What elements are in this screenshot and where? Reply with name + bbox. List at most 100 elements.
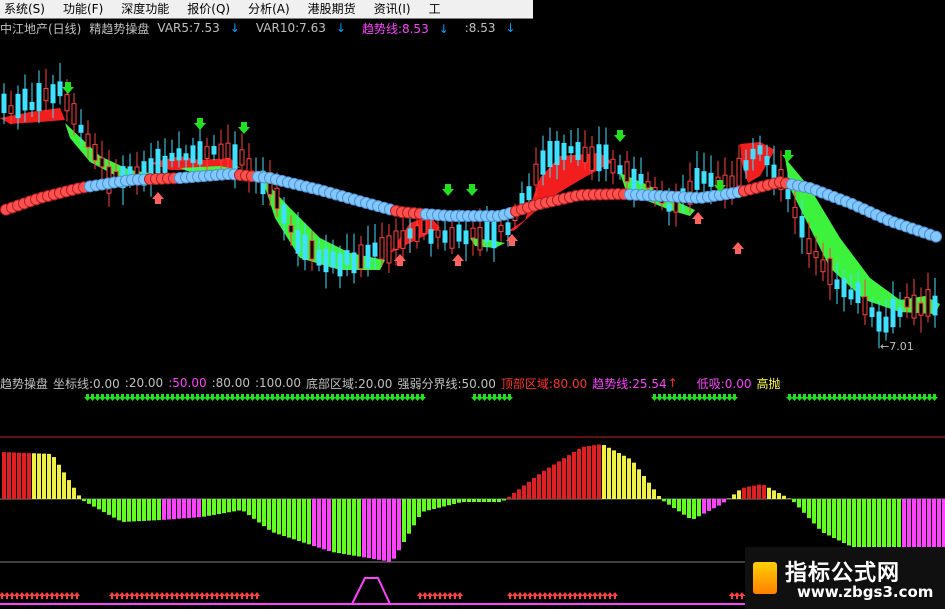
sell-signal-icon bbox=[189, 592, 195, 599]
low-buy-value: 低吸:0.00 bbox=[696, 376, 752, 391]
candle-body bbox=[197, 141, 203, 165]
sell-signal-icon bbox=[552, 592, 558, 599]
histogram-bar bbox=[852, 499, 856, 548]
histogram-bar bbox=[667, 499, 671, 505]
histogram-bar bbox=[737, 490, 741, 499]
candle-body bbox=[470, 227, 476, 239]
histogram-bar bbox=[582, 446, 586, 499]
menu-info[interactable]: 资讯(I) bbox=[365, 0, 420, 18]
menu-hk-futures[interactable]: 港股期货 bbox=[299, 0, 365, 18]
sell-arrow-icon bbox=[452, 254, 464, 266]
histogram-bar bbox=[57, 464, 61, 499]
candle-body bbox=[295, 230, 301, 254]
buy-arrow-icon bbox=[238, 122, 250, 134]
candle-body bbox=[505, 222, 511, 235]
signal-arrow-icon bbox=[931, 394, 938, 401]
top-zone-value: 顶部区域:80.00 bbox=[500, 376, 588, 391]
trend-bead bbox=[930, 230, 942, 243]
histogram-bar bbox=[22, 452, 26, 499]
candle-body bbox=[484, 221, 490, 242]
buy-arrow-icon bbox=[466, 184, 478, 196]
candle-body bbox=[365, 244, 371, 268]
histogram-bar bbox=[392, 499, 396, 559]
candle-body bbox=[323, 248, 329, 273]
candle-body bbox=[22, 88, 28, 111]
candle-body bbox=[155, 148, 161, 175]
histogram-bar bbox=[267, 499, 271, 530]
candle-body bbox=[477, 226, 483, 251]
candlestick-chart[interactable] bbox=[0, 38, 945, 372]
sell-signal-icon bbox=[537, 592, 543, 599]
sell-signal-icon bbox=[244, 592, 250, 599]
menu-system[interactable]: 系统(S) bbox=[0, 0, 54, 18]
sell-signal-icon bbox=[54, 592, 60, 599]
histogram-bar bbox=[762, 485, 766, 499]
candle-body bbox=[414, 225, 420, 243]
sell-signal-icon bbox=[224, 592, 230, 599]
histogram-bar bbox=[862, 499, 866, 553]
histogram-bar bbox=[827, 499, 831, 536]
histogram-bar bbox=[812, 499, 816, 524]
histogram-bar bbox=[152, 499, 156, 521]
histogram-bar bbox=[12, 452, 16, 499]
candle-body bbox=[337, 253, 343, 277]
sell-signal-icon bbox=[447, 592, 453, 599]
candle-body bbox=[645, 181, 651, 189]
histogram-bar bbox=[377, 499, 381, 560]
histogram-bar bbox=[347, 499, 351, 555]
histogram-bar bbox=[507, 496, 511, 499]
menu-bar: 系统(S) 功能(F) 深度功能 报价(Q) 分析(A) 港股期货 资讯(I) … bbox=[0, 0, 533, 19]
candle-body bbox=[708, 172, 714, 187]
candle-body bbox=[883, 316, 889, 333]
menu-function[interactable]: 功能(F) bbox=[54, 0, 112, 18]
sell-signal-icon bbox=[19, 592, 25, 599]
histogram-bar bbox=[382, 499, 386, 561]
menu-analysis[interactable]: 分析(A) bbox=[239, 0, 299, 18]
histogram-bar bbox=[342, 499, 346, 554]
histogram-bar bbox=[112, 499, 116, 518]
histogram-bar bbox=[42, 453, 46, 499]
sell-signal-icon bbox=[34, 592, 40, 599]
candle-body bbox=[239, 149, 245, 166]
indicator-name: 精趋势操盘 bbox=[89, 21, 150, 36]
histogram-bar bbox=[612, 450, 616, 499]
candle-body bbox=[736, 157, 742, 187]
trend-line-text-2: :8.53 bbox=[464, 21, 496, 35]
sell-signal-icon bbox=[457, 592, 463, 599]
candle-body bbox=[855, 282, 861, 304]
histogram-bar bbox=[332, 499, 336, 553]
candle-body bbox=[8, 105, 14, 114]
histogram-bar bbox=[457, 499, 461, 503]
candle-body bbox=[827, 257, 833, 286]
var5-text: VAR5:7.53 bbox=[157, 21, 220, 35]
sell-signal-icon bbox=[174, 592, 180, 599]
histogram-bar bbox=[692, 499, 696, 519]
histogram-bar bbox=[282, 499, 286, 536]
candle-body bbox=[99, 157, 105, 168]
menu-deep-function[interactable]: 深度功能 bbox=[112, 0, 178, 18]
histogram-bar bbox=[487, 499, 491, 502]
histogram-bar bbox=[537, 474, 541, 499]
candle-body bbox=[316, 249, 322, 266]
sell-signal-icon bbox=[572, 592, 578, 599]
menu-quote[interactable]: 报价(Q) bbox=[178, 0, 239, 18]
histogram-bar bbox=[742, 487, 746, 499]
sell-signal-icon bbox=[582, 592, 588, 599]
menu-tools[interactable]: 工 bbox=[420, 0, 450, 18]
candle-body bbox=[932, 295, 938, 316]
histogram-bar bbox=[387, 499, 391, 562]
histogram-bar bbox=[107, 499, 111, 515]
histogram-bar bbox=[557, 461, 561, 499]
candle-body bbox=[918, 302, 924, 316]
sell-arrow-icon bbox=[152, 192, 164, 204]
sell-signal-icon bbox=[254, 592, 260, 599]
candle-body bbox=[225, 142, 231, 159]
histogram-bar bbox=[617, 453, 621, 499]
candle-body bbox=[15, 93, 21, 119]
candle-body bbox=[71, 103, 77, 125]
histogram-bar bbox=[67, 480, 71, 499]
chart-title-bar: 中江地产(日线) 精趋势操盘 VAR5:7.53 ↓ VAR10:7.63 ↓ 趋势… bbox=[0, 19, 532, 37]
sell-signal-icon bbox=[512, 592, 518, 599]
histogram-bar bbox=[732, 494, 736, 499]
sell-signal-icon bbox=[49, 592, 55, 599]
